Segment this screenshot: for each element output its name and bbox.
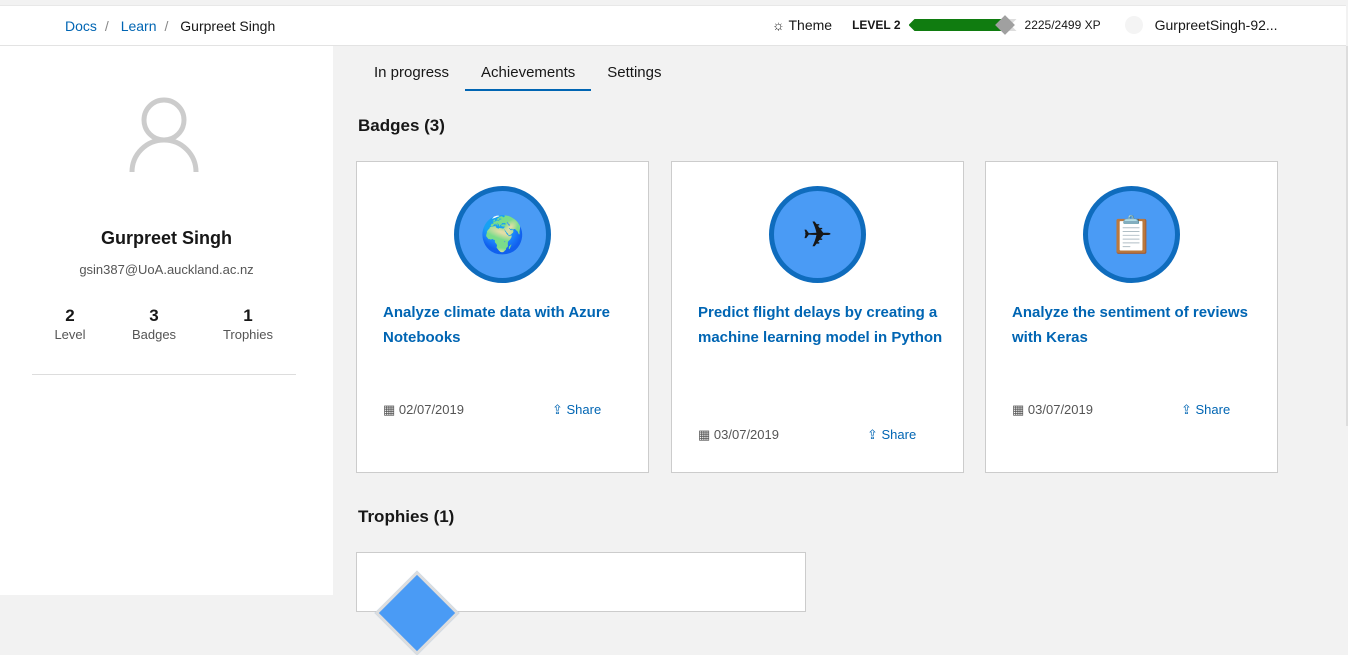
theme-button[interactable]: ☼ Theme <box>772 17 832 33</box>
badge-date: ▦ 03/07/2019 <box>1012 402 1093 417</box>
share-button[interactable]: ⇪ Share <box>552 402 601 418</box>
stat-trophies: 1 Trophies <box>222 306 274 342</box>
badge-card[interactable]: ✈ Predict flight delays by creating a ma… <box>671 161 964 473</box>
xp-label: 2225/2499 XP <box>1024 18 1101 32</box>
breadcrumb-docs[interactable]: Docs <box>65 18 97 34</box>
divider <box>32 374 296 375</box>
sun-icon: ☼ <box>772 17 785 33</box>
breadcrumb: Docs / Learn / Gurpreet Singh <box>65 18 276 34</box>
stat-badges: 3 Badges <box>131 306 177 342</box>
theme-label: Theme <box>788 17 833 33</box>
badge-card[interactable]: 📋 Analyze the sentiment of reviews with … <box>985 161 1278 473</box>
user-avatar-icon[interactable] <box>1124 16 1143 34</box>
trophy-card[interactable] <box>356 552 806 655</box>
trophies-heading: Trophies (1) <box>358 507 455 526</box>
badge-card[interactable]: 🌍 Analyze climate data with Azure Notebo… <box>356 161 649 473</box>
trophy-icon <box>374 570 460 655</box>
badge-date: ▦ 03/07/2019 <box>698 427 779 442</box>
badge-date: ▦ 02/07/2019 <box>383 402 464 417</box>
share-button[interactable]: ⇪ Share <box>1181 402 1230 418</box>
stat-level: 2 Level <box>54 306 86 342</box>
badge-title[interactable]: Analyze the sentiment of reviews with Ke… <box>1012 300 1257 350</box>
badge-title[interactable]: Analyze climate data with Azure Notebook… <box>383 300 628 350</box>
xp-progress-bar <box>908 15 1017 35</box>
share-button[interactable]: ⇪ Share <box>867 427 916 443</box>
profile-avatar-icon <box>129 97 199 172</box>
top-bar: Docs / Learn / Gurpreet Singh ☼ Theme LEVE… <box>0 5 1346 46</box>
username-menu[interactable]: GurpreetSingh-92... <box>1155 17 1278 33</box>
badges-heading: Badges (3) <box>358 116 445 135</box>
badge-title[interactable]: Predict flight delays by creating a mach… <box>698 300 943 350</box>
profile-email: gsin387@UoA.auckland.ac.nz <box>79 262 254 277</box>
tab-settings[interactable]: Settings <box>591 62 677 91</box>
clipboard-thumbs-up-icon: 📋 <box>1083 186 1180 283</box>
airplane-icon: ✈ <box>769 186 866 283</box>
breadcrumb-learn[interactable]: Learn <box>121 18 157 34</box>
tab-in-progress[interactable]: In progress <box>358 62 465 91</box>
tab-bar: In progress Achievements Settings <box>358 62 677 91</box>
profile-name: Gurpreet Singh <box>100 228 232 248</box>
level-label: LEVEL 2 <box>852 18 901 32</box>
breadcrumb-current: Gurpreet Singh <box>180 18 276 34</box>
tab-achievements[interactable]: Achievements <box>465 62 592 91</box>
globe-icon: 🌍 <box>454 186 551 283</box>
